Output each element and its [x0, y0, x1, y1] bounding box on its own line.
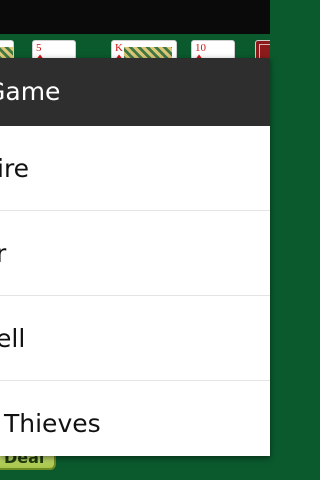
menu-item-freecell[interactable]: ell	[0, 296, 270, 381]
menu-title: Game	[0, 77, 61, 106]
menu-item-solitaire[interactable]: ire	[0, 126, 270, 211]
menu-item-label: Thieves	[4, 409, 101, 438]
card-rank: 5	[36, 42, 42, 54]
card-rank: K	[115, 42, 123, 54]
menu-item-option-2[interactable]: r	[0, 211, 270, 296]
menu-header: Game	[0, 58, 270, 126]
menu-item-label: r	[0, 211, 6, 295]
menu-item-forty-thieves[interactable]: Thieves	[0, 381, 270, 456]
menu-item-label: ell	[0, 324, 26, 353]
card-rank: 10	[195, 42, 206, 54]
status-bar	[0, 0, 270, 34]
menu-item-label: ire	[0, 154, 30, 183]
game-menu-popup: Game ire r ell Thieves	[0, 58, 270, 456]
